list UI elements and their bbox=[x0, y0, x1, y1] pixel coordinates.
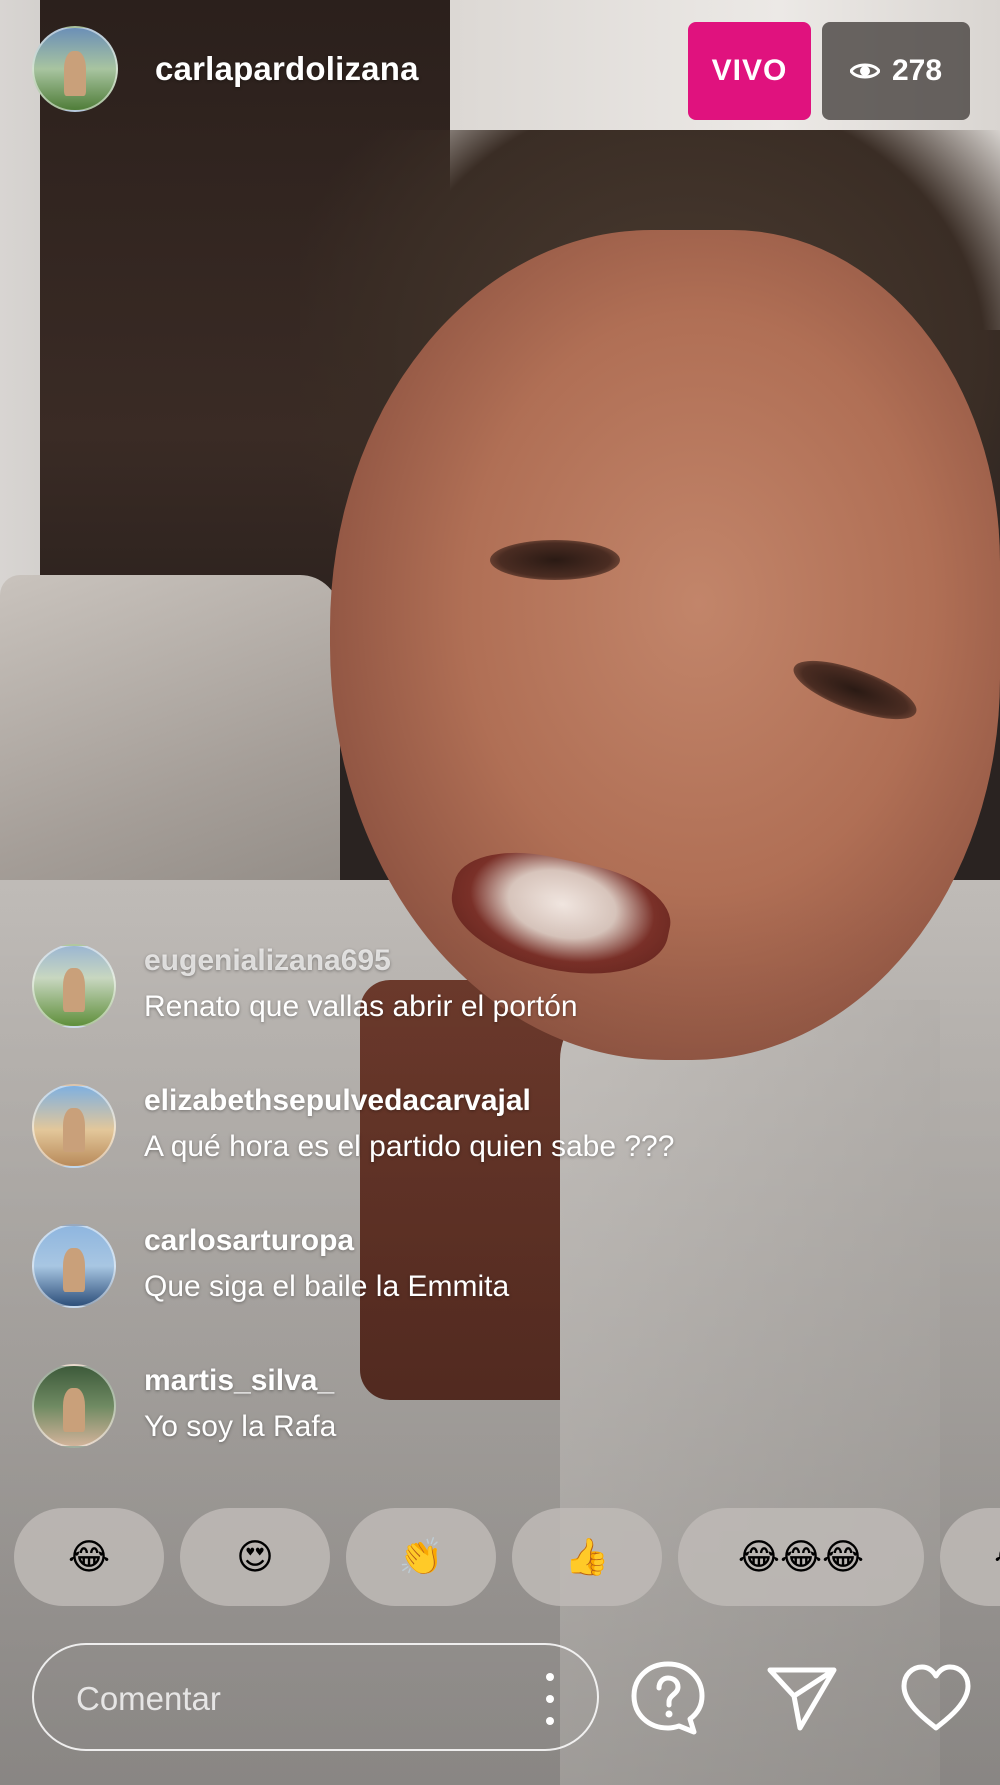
host-username[interactable]: carlapardolizana bbox=[155, 50, 419, 88]
thumbs-up-emoji-icon: 👍 bbox=[564, 1537, 610, 1578]
commenter-username[interactable]: elizabethsepulvedacarvajal bbox=[144, 1084, 531, 1118]
avatar-figure bbox=[62, 1388, 86, 1433]
pillow bbox=[0, 575, 340, 925]
reaction-laughing-button[interactable]: 😂 bbox=[14, 1508, 164, 1606]
viewer-count-badge[interactable]: 278 bbox=[822, 22, 970, 120]
dot bbox=[546, 1695, 554, 1703]
left-eye bbox=[490, 540, 620, 580]
laughing-emoji-icon: 😂 bbox=[67, 1536, 111, 1578]
commenter-avatar[interactable] bbox=[32, 1364, 116, 1448]
comment-item: eugenializana695 Renato que vallas abrir… bbox=[32, 940, 972, 1040]
commenter-username[interactable]: eugenializana695 bbox=[144, 944, 391, 978]
reaction-thumbs-up-button[interactable]: 👍 bbox=[512, 1508, 662, 1606]
clap-emoji-icon: 👏 bbox=[398, 1537, 444, 1578]
dot bbox=[546, 1717, 554, 1725]
avatar-figure bbox=[63, 50, 87, 97]
quick-reactions-bar: 😂 😍 👏 👍 😂😂😂 😂 bbox=[14, 1508, 1000, 1608]
commenter-username[interactable]: carlosarturopa bbox=[144, 1224, 354, 1258]
comment-item: carlosarturopa Que siga el baile la Emmi… bbox=[32, 1220, 972, 1320]
paper-plane-icon[interactable] bbox=[762, 1658, 842, 1738]
comment-text: Yo soy la Rafa bbox=[144, 1410, 337, 1443]
comment-composer bbox=[32, 1643, 599, 1751]
comment-item: elizabethsepulvedacarvajal A qué hora es… bbox=[32, 1080, 972, 1180]
live-badge: VIVO bbox=[688, 22, 811, 120]
host-avatar[interactable] bbox=[32, 26, 118, 112]
dot bbox=[546, 1673, 554, 1681]
reaction-heart-eyes-button[interactable]: 😍 bbox=[180, 1508, 330, 1606]
comment-item: martis_silva_ Yo soy la Rafa bbox=[32, 1360, 972, 1460]
laughing-emoji-icon: 😂 bbox=[994, 1537, 1000, 1578]
comment-text: A qué hora es el partido quien sabe ??? bbox=[144, 1130, 675, 1163]
reaction-triple-laugh-button[interactable]: 😂😂😂 bbox=[678, 1508, 924, 1606]
viewer-count: 278 bbox=[891, 54, 943, 87]
triple-laughing-emoji-icon: 😂😂😂 bbox=[737, 1536, 865, 1578]
comment-text: Renato que vallas abrir el portón bbox=[144, 990, 578, 1023]
comment-input[interactable] bbox=[74, 1671, 498, 1727]
commenter-avatar[interactable] bbox=[32, 944, 116, 1028]
avatar-figure bbox=[62, 1108, 86, 1153]
more-vertical-icon[interactable] bbox=[543, 1673, 557, 1725]
avatar-figure bbox=[62, 968, 86, 1013]
commenter-avatar[interactable] bbox=[32, 1084, 116, 1168]
reaction-laughing-button-partial[interactable]: 😂 bbox=[940, 1508, 1000, 1606]
eye-icon bbox=[849, 63, 880, 79]
commenter-avatar[interactable] bbox=[32, 1224, 116, 1308]
heart-icon[interactable] bbox=[896, 1658, 976, 1738]
question-bubble-icon[interactable] bbox=[628, 1658, 708, 1738]
heart-eyes-emoji-icon: 😍 bbox=[236, 1536, 274, 1578]
reaction-clap-button[interactable]: 👏 bbox=[346, 1508, 496, 1606]
comment-text: Que siga el baile la Emmita bbox=[144, 1270, 510, 1303]
avatar-figure bbox=[62, 1248, 86, 1293]
commenter-username[interactable]: martis_silva_ bbox=[144, 1364, 334, 1398]
